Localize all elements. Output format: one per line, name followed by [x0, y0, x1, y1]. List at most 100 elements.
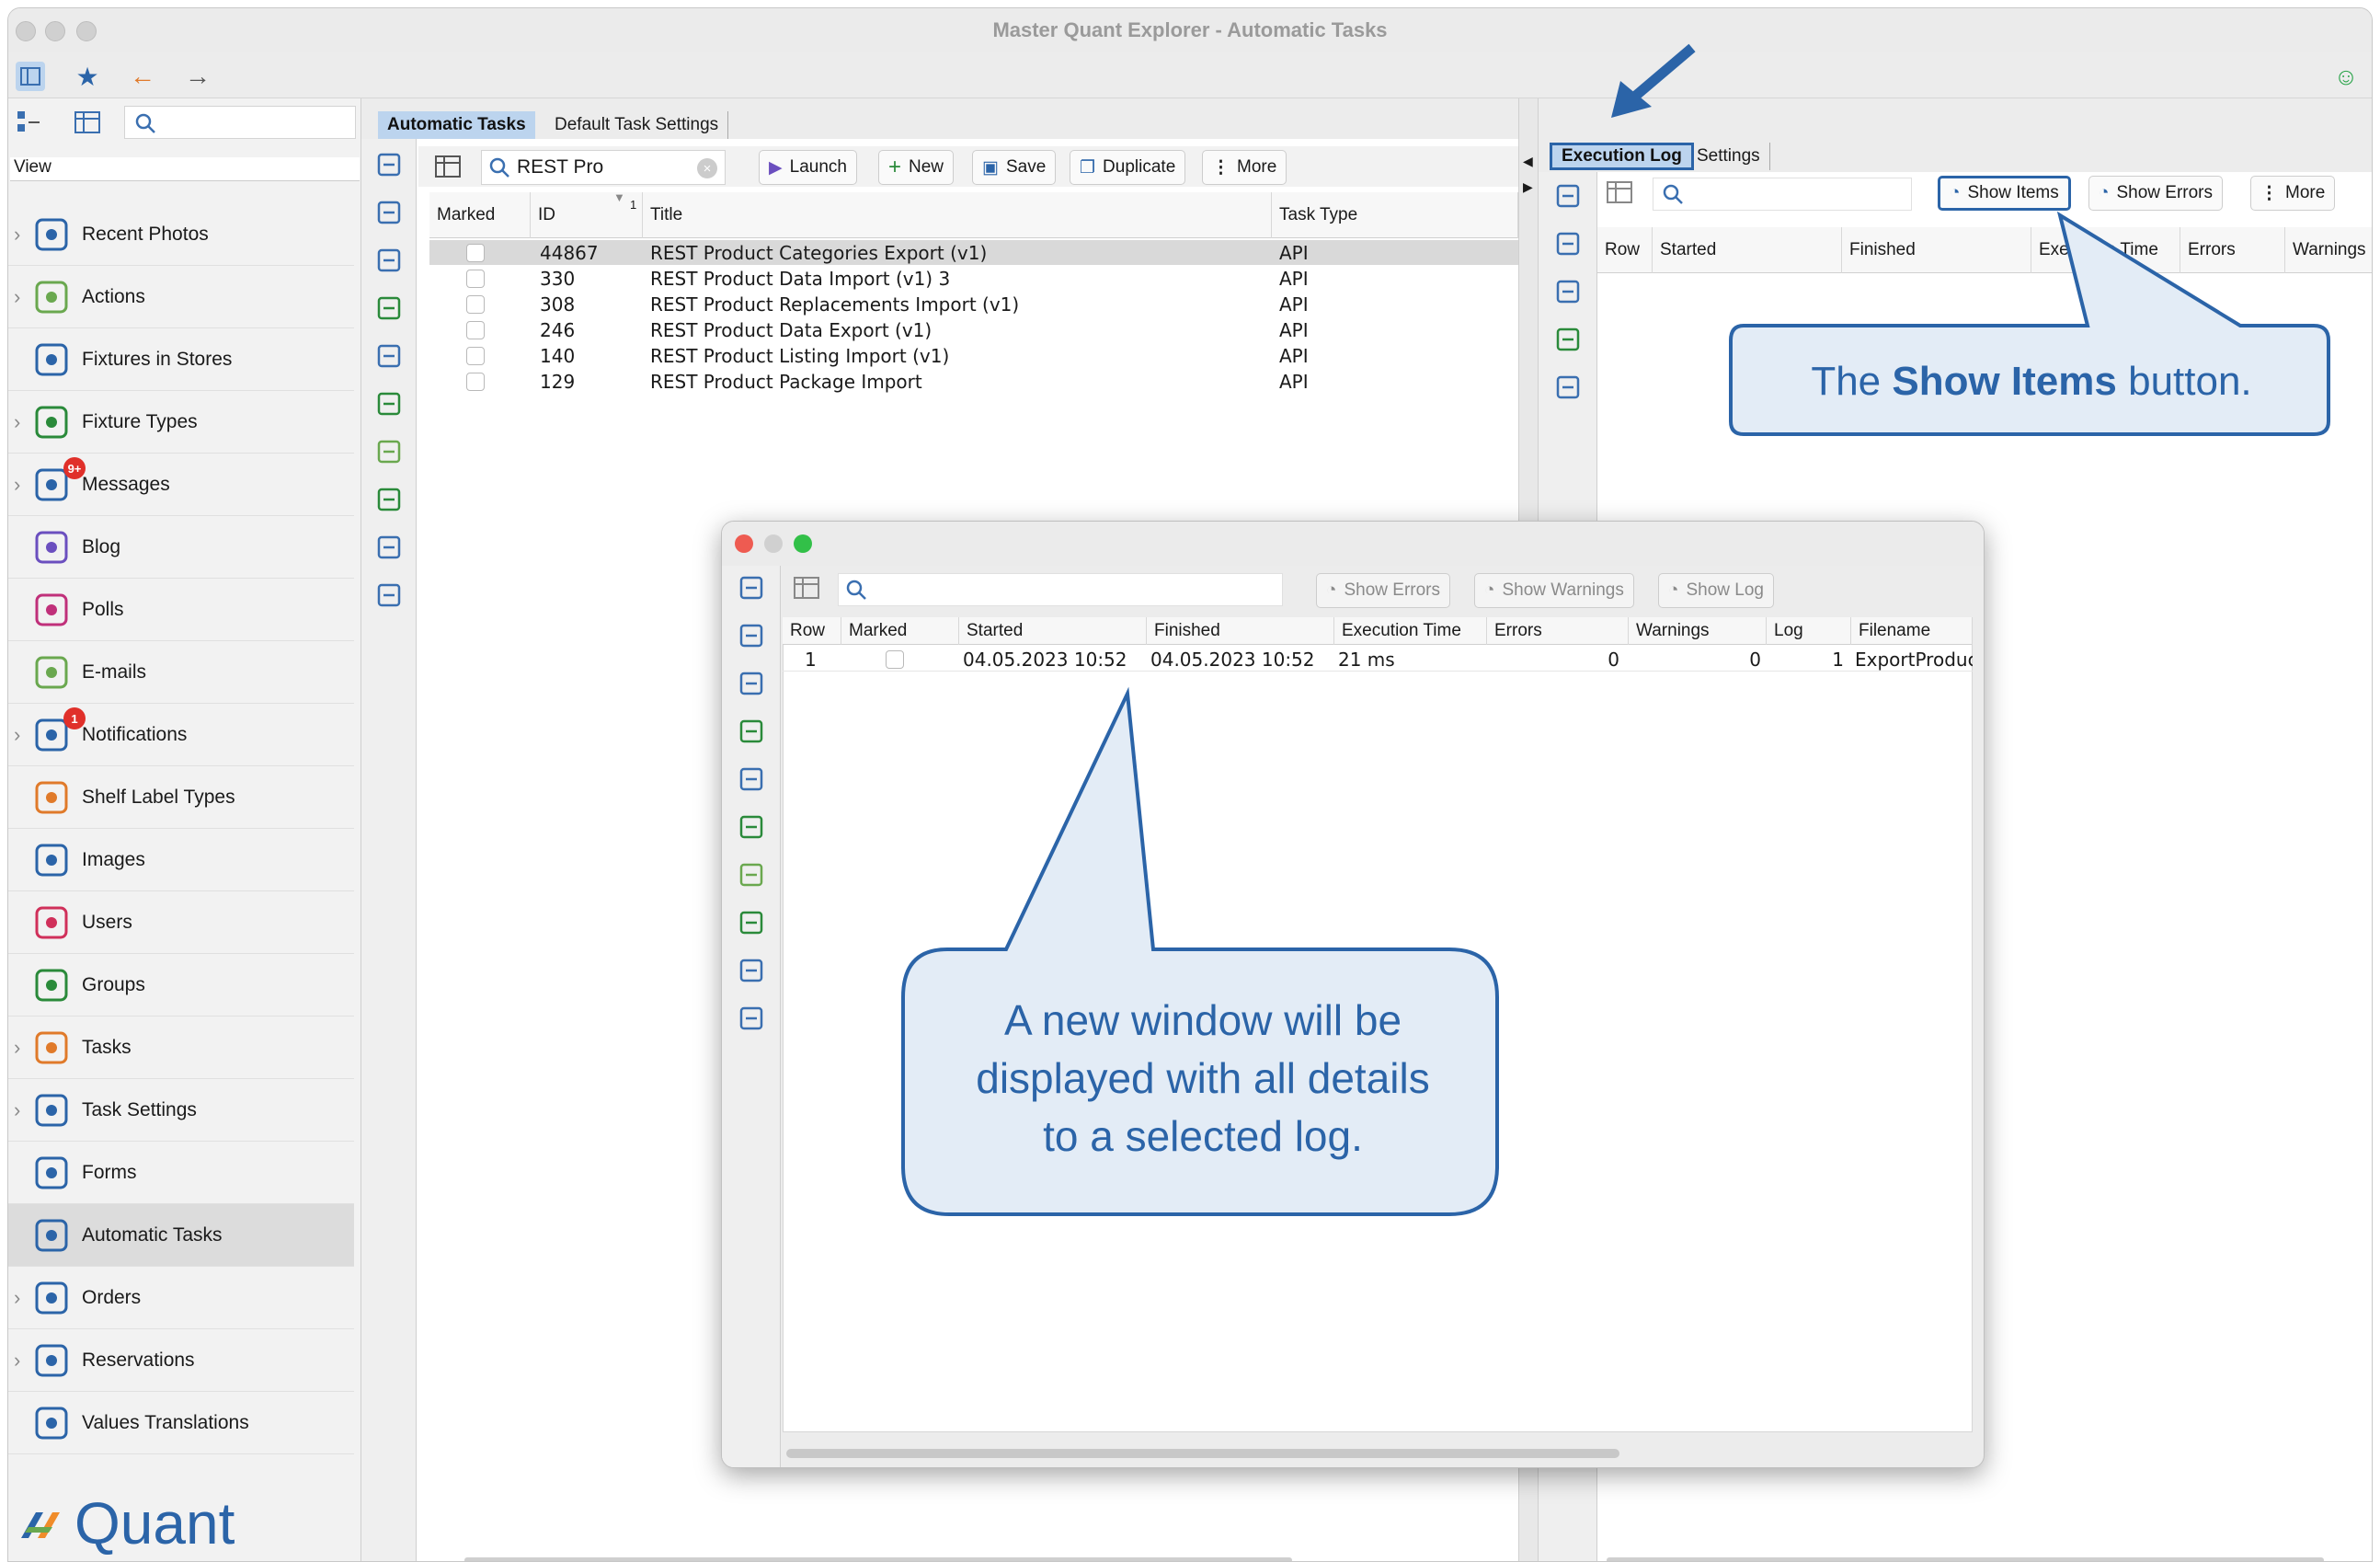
close-window-button[interactable] — [16, 21, 36, 41]
help-icon[interactable] — [735, 667, 768, 700]
list-icon[interactable] — [372, 339, 406, 373]
chevron-right-icon[interactable]: › — [14, 1098, 20, 1122]
column-task-type[interactable]: Task Type — [1272, 192, 1518, 238]
checklist-icon[interactable] — [735, 571, 768, 604]
sidebar-item-messages[interactable]: › 9+ Messages — [8, 454, 354, 516]
favorites-star-icon[interactable]: ★ — [73, 62, 102, 91]
minimize-window-button[interactable] — [45, 21, 65, 41]
more-button[interactable]: ⋮ More — [1202, 150, 1287, 185]
popup-log-row[interactable]: 1 04.05.2023 10:52 04.05.2023 10:52 21 ms 0 0… — [783, 647, 1973, 672]
table-row[interactable]: 140 REST Product Listing Import (v1) API — [429, 343, 1518, 368]
chevron-right-icon[interactable]: › — [14, 410, 20, 434]
popup-show-log-button[interactable]: ◔ Show Log — [1658, 573, 1774, 608]
duplicate-button[interactable]: ❐ Duplicate — [1070, 150, 1186, 185]
popup-search-input[interactable] — [838, 573, 1283, 606]
new-button[interactable]: + New — [878, 150, 955, 185]
pointer-icon[interactable] — [735, 715, 768, 748]
marked-checkbox[interactable] — [466, 292, 503, 316]
chevron-right-icon[interactable]: › — [14, 223, 20, 247]
chart-icon[interactable] — [372, 579, 406, 612]
column-marked[interactable]: Marked — [841, 617, 959, 645]
sidebar-item-e-mails[interactable]: E-mails — [8, 641, 354, 704]
checkbox[interactable] — [886, 649, 904, 669]
tab-execution-log[interactable]: Execution Log — [1550, 143, 1694, 170]
task-search-input[interactable]: REST Pro × — [481, 150, 726, 185]
save-button[interactable]: ▣ Save — [972, 150, 1057, 185]
tab-default-task-settings[interactable]: Default Task Settings — [545, 111, 729, 139]
column-row[interactable]: Row — [783, 617, 841, 645]
sidebar-toggle-icon[interactable] — [16, 62, 45, 91]
excel-settings-icon[interactable] — [735, 858, 768, 891]
status-smiley-icon[interactable]: ☺ — [2331, 62, 2361, 91]
help-icon[interactable] — [1551, 275, 1585, 308]
column-warnings[interactable]: Warnings — [1629, 617, 1767, 645]
table-row[interactable]: 330 REST Product Data Import (v1) 3 API — [429, 266, 1518, 291]
checkbox[interactable] — [466, 372, 485, 391]
sidebar-item-users[interactable]: Users — [8, 891, 354, 954]
back-arrow-icon[interactable]: ← — [128, 62, 157, 91]
sidebar-item-groups[interactable]: Groups — [8, 954, 354, 1016]
sidebar-item-values-translations[interactable]: Values Translations — [8, 1392, 354, 1454]
chevron-right-icon[interactable]: › — [14, 1036, 20, 1060]
checklist-icon[interactable] — [372, 148, 406, 181]
popup-show-errors-button[interactable]: ◔ Show Errors — [1316, 573, 1451, 608]
forward-arrow-icon[interactable]: → — [183, 62, 212, 91]
list-icon[interactable] — [735, 763, 768, 796]
chevron-right-icon[interactable]: › — [14, 285, 20, 309]
table-layout-icon[interactable] — [1605, 178, 1638, 211]
checkbox[interactable] — [466, 346, 485, 365]
chart-icon[interactable] — [735, 1002, 768, 1035]
checkbox[interactable] — [466, 243, 485, 262]
tab-settings[interactable]: Settings — [1688, 143, 1770, 170]
marked-checkbox[interactable] — [466, 240, 503, 265]
copy-icon[interactable] — [372, 196, 406, 229]
sidebar-item-automatic-tasks[interactable]: Automatic Tasks — [8, 1204, 354, 1267]
sidebar-item-notifications[interactable]: › 1 Notifications — [8, 704, 354, 766]
list-icon[interactable] — [1551, 371, 1585, 404]
transfer-icon[interactable] — [735, 954, 768, 987]
log-horizontal-scrollbar[interactable] — [1607, 1557, 2324, 1561]
table-row[interactable]: 44867 REST Product Categories Export (v1)… — [429, 240, 1518, 265]
sidebar-item-shelf-label-types[interactable]: Shelf Label Types — [8, 766, 354, 829]
column-row[interactable]: Row — [1597, 227, 1653, 273]
launch-button[interactable]: ▶ Launch — [759, 150, 857, 185]
copy-icon[interactable] — [735, 619, 768, 652]
chevron-right-icon[interactable]: › — [14, 723, 20, 747]
sidebar-item-blog[interactable]: Blog — [8, 516, 354, 579]
checkbox[interactable] — [466, 320, 485, 339]
chevron-right-icon[interactable]: › — [14, 1286, 20, 1310]
sidebar-item-polls[interactable]: Polls — [8, 579, 354, 641]
popup-horizontal-scrollbar[interactable] — [786, 1449, 1619, 1458]
popup-minimize-button[interactable] — [764, 534, 783, 553]
column-id[interactable]: ID — [531, 192, 643, 238]
table-layout-icon[interactable] — [792, 573, 825, 606]
sidebar-item-actions[interactable]: › Actions — [8, 266, 354, 328]
table-row[interactable]: 246 REST Product Data Export (v1) API — [429, 317, 1518, 342]
tab-automatic-tasks[interactable]: Automatic Tasks — [378, 111, 535, 139]
column-filename[interactable]: Filename — [1851, 617, 1973, 645]
excel-settings-icon[interactable] — [372, 435, 406, 468]
column-started[interactable]: Started — [959, 617, 1147, 645]
zoom-window-button[interactable] — [76, 21, 97, 41]
column-errors[interactable]: Errors — [1487, 617, 1629, 645]
column-execution-time[interactable]: Execution Time — [1334, 617, 1487, 645]
column-log[interactable]: Log — [1767, 617, 1851, 645]
sidebar-item-tasks[interactable]: › Tasks — [8, 1016, 354, 1079]
chevron-right-icon[interactable]: › — [14, 1349, 20, 1372]
sidebar-item-recent-photos[interactable]: › Recent Photos — [8, 203, 354, 266]
csv-import-icon[interactable] — [735, 906, 768, 939]
table-row[interactable]: 308 REST Product Replacements Import (v1)… — [429, 292, 1518, 316]
sidebar-item-images[interactable]: Images — [8, 829, 354, 891]
table-layout-icon[interactable] — [433, 152, 466, 185]
help-icon[interactable] — [372, 244, 406, 277]
sidebar-item-fixtures-in-stores[interactable]: Fixtures in Stores — [8, 328, 354, 391]
checkbox[interactable] — [466, 269, 485, 288]
csv-import-icon[interactable] — [372, 483, 406, 516]
marked-checkbox[interactable] — [466, 317, 503, 342]
sidebar-item-reservations[interactable]: › Reservations — [8, 1329, 354, 1392]
pointer-icon[interactable] — [372, 292, 406, 325]
checklist-icon[interactable] — [1551, 179, 1585, 212]
sidebar-item-orders[interactable]: › Orders — [8, 1267, 354, 1329]
excel-import-icon[interactable] — [372, 387, 406, 420]
sidebar-search-input[interactable] — [124, 106, 356, 139]
